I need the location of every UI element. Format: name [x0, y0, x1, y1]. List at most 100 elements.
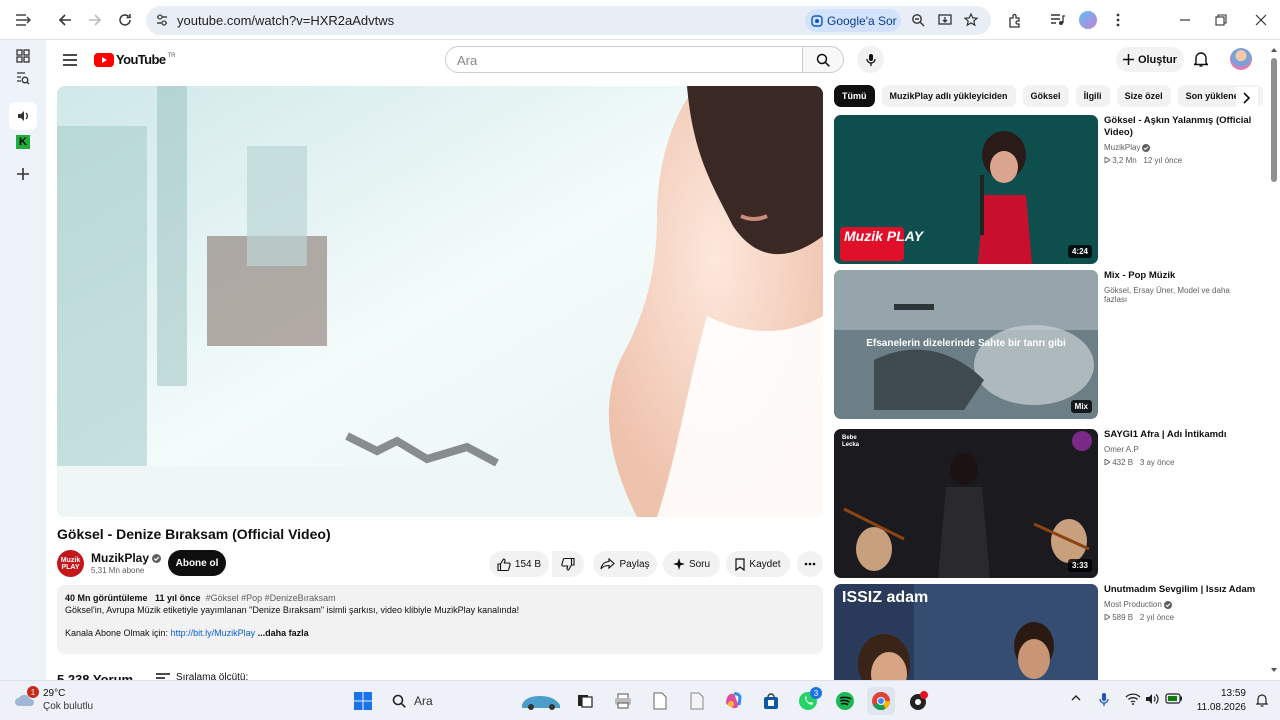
chip-related[interactable]: İlgili	[1075, 85, 1110, 107]
microphone-tray-icon[interactable]	[1099, 692, 1109, 707]
recommendation-item[interactable]: Bebe Lecka 3:33 SAYGI1 Afra | Adı İntika…	[834, 429, 1254, 579]
recommendation-item[interactable]: Efsanelerin dizelerinde Sahte bir tanrı …	[834, 270, 1254, 420]
chip-goksel[interactable]: Göksel	[1022, 85, 1069, 107]
sidebar-toggle-icon[interactable]	[10, 8, 36, 32]
clock[interactable]: 13:59 11.08.2026	[1190, 687, 1246, 715]
recommendation-channel[interactable]: Omer A.P	[1104, 445, 1139, 454]
browser-side-panel: K	[0, 40, 46, 680]
url-text[interactable]: youtube.com/watch?v=HXR2aAdvtws	[177, 13, 394, 28]
sort-label: Sıralama ölçütü:	[176, 672, 249, 680]
document-app-icon[interactable]	[683, 687, 711, 715]
restore-button[interactable]	[1208, 8, 1234, 32]
audio-tab-icon[interactable]	[9, 102, 37, 130]
add-panel-icon[interactable]	[9, 160, 37, 188]
store-app-icon[interactable]	[757, 687, 785, 715]
chip-from-uploader[interactable]: MuzikPlay adlı yükleyiciden	[881, 85, 1016, 107]
search-input[interactable]: Ara	[445, 46, 803, 73]
kahoot-app-icon[interactable]: K	[9, 128, 37, 156]
recommendation-channel[interactable]: Most Production	[1104, 600, 1172, 609]
video-player[interactable]	[57, 86, 823, 517]
account-avatar[interactable]	[1230, 48, 1252, 70]
printer-app-icon[interactable]	[609, 687, 637, 715]
recommendation-title[interactable]: Göksel - Aşkın Yalanmış (Official Video)	[1104, 115, 1256, 139]
youtube-masthead: YouTube TR Ara Oluştur	[46, 40, 1280, 80]
recommendation-channel[interactable]: MuzikPlay	[1104, 143, 1151, 152]
subscribe-button[interactable]: Abone ol	[168, 550, 226, 576]
channel-subscribe-link[interactable]: http://bit.ly/MuzikPlay	[171, 628, 256, 638]
sort-comments-button[interactable]: Sıralama ölçütü:	[156, 672, 248, 680]
recommendation-item[interactable]: Muzik PLAY 4:24 Göksel - Aşkın Yalanmış …	[834, 115, 1254, 265]
like-button[interactable]: 154 B	[489, 551, 549, 577]
channel-logo[interactable]: Muzik PLAY	[57, 550, 84, 577]
recommendation-thumbnail[interactable]: Muzik PLAY 4:24	[834, 115, 1098, 264]
notification-bell-icon[interactable]	[1256, 693, 1268, 707]
show-hidden-icons-chevron-icon[interactable]	[1071, 694, 1081, 701]
thumbs-down-icon	[561, 557, 575, 571]
search-icon	[816, 53, 830, 67]
more-horizontal-icon	[804, 562, 816, 566]
taskbar-search[interactable]: Ara	[384, 687, 564, 715]
show-more-link[interactable]: ...daha fazla	[258, 628, 309, 638]
notifications-bell-icon[interactable]	[1194, 51, 1208, 67]
battery-icon[interactable]	[1165, 693, 1183, 704]
recommendation-thumbnail[interactable]: Bebe Lecka 3:33	[834, 429, 1098, 578]
youtube-page: YouTube TR Ara Oluştur Göksel - Denize B…	[46, 40, 1280, 680]
chrome-app-icon[interactable]	[867, 687, 895, 715]
recommendation-title[interactable]: Mix - Pop Müzik	[1104, 270, 1256, 282]
recommendation-thumbnail[interactable]: Efsanelerin dizelerinde Sahte bir tanrı …	[834, 270, 1098, 419]
zoom-icon[interactable]	[911, 13, 925, 27]
recommendation-channel[interactable]: Göksel, Ersay Üner, Model ve daha fazlas…	[1104, 286, 1254, 304]
wifi-icon[interactable]	[1125, 693, 1141, 705]
copilot-app-icon[interactable]	[720, 687, 748, 715]
chips-next-button[interactable]	[1236, 87, 1258, 109]
chip-for-you[interactable]: Size özel	[1116, 85, 1171, 107]
task-view-icon[interactable]	[571, 687, 599, 715]
search-button[interactable]	[803, 46, 844, 73]
save-button[interactable]: Kaydet	[726, 551, 790, 577]
extensions-icon[interactable]	[1001, 8, 1027, 32]
media-control-icon[interactable]	[1044, 8, 1070, 32]
channel-name[interactable]: MuzikPlay	[91, 551, 162, 565]
volume-icon[interactable]	[1145, 693, 1159, 705]
reload-button[interactable]	[112, 8, 138, 32]
clock-date: 11.08.2026	[1196, 702, 1246, 713]
voice-search-button[interactable]	[857, 46, 884, 73]
hashtags[interactable]: #Göksel #Pop #DenizeBıraksam	[206, 593, 336, 603]
google-ask-button[interactable]: Google'a Sor	[805, 9, 901, 32]
back-button[interactable]	[52, 8, 78, 32]
recommendation-item[interactable]: ISSIZ adam Unutmadım Sevgilim | Issız Ad…	[834, 584, 1256, 680]
bookmark-star-icon[interactable]	[964, 13, 978, 27]
weather-widget[interactable]: 1 29°C Çok bulutlu	[14, 686, 124, 715]
whatsapp-app-icon[interactable]: 3	[794, 687, 822, 715]
page-scrollbar[interactable]	[1270, 44, 1278, 676]
ask-button[interactable]: Soru	[663, 551, 720, 577]
recommendation-thumbnail[interactable]: ISSIZ adam	[834, 584, 1098, 680]
recommendation-title[interactable]: SAYGI1 Afra | Adı İntikamdı	[1104, 429, 1256, 441]
dislike-button[interactable]	[552, 551, 584, 577]
close-button[interactable]	[1248, 8, 1274, 32]
forward-button[interactable]	[82, 8, 108, 32]
app-with-notification-icon[interactable]	[904, 687, 932, 715]
profile-avatar[interactable]	[1075, 8, 1101, 32]
chip-all[interactable]: Tümü	[834, 85, 875, 107]
region-code: TR	[167, 52, 176, 59]
browser-menu-icon[interactable]	[1105, 8, 1131, 32]
address-bar[interactable]: youtube.com/watch?v=HXR2aAdvtws Google'a…	[146, 6, 991, 35]
minimize-button[interactable]	[1172, 8, 1198, 32]
share-button[interactable]: Paylaş	[593, 551, 657, 577]
notepad-app-icon[interactable]	[646, 687, 674, 715]
youtube-logo[interactable]: YouTube TR	[94, 52, 175, 67]
guide-menu-icon[interactable]	[62, 52, 78, 68]
start-button[interactable]	[349, 687, 377, 715]
related-filter-chips: Tümü MuzikPlay adlı yükleyiciden Göksel …	[834, 85, 1264, 109]
temperature: 29°C	[43, 688, 66, 699]
install-app-icon[interactable]	[938, 13, 952, 27]
reading-search-icon[interactable]	[9, 64, 37, 92]
microphone-icon	[865, 53, 876, 67]
description-box[interactable]: 40 Mn görüntüleme 11 yıl önce #Göksel #P…	[57, 585, 823, 654]
spotify-app-icon[interactable]	[831, 687, 859, 715]
site-info-icon[interactable]	[155, 13, 169, 27]
more-actions-button[interactable]	[797, 551, 823, 577]
recommendation-title[interactable]: Unutmadım Sevgilim | Issız Adam	[1104, 584, 1256, 596]
create-button[interactable]: Oluştur	[1116, 47, 1184, 72]
